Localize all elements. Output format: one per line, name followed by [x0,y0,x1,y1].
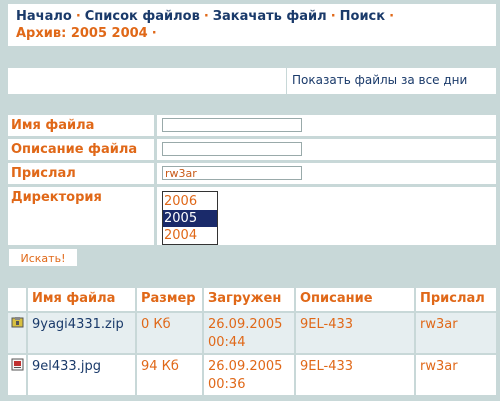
file-size: 94 Кб [137,355,202,395]
column-header-filename[interactable]: Имя файла [28,288,135,311]
upload-date: 26.09.2005 00:36 [204,355,294,395]
uploader-label: Прислал [8,163,154,184]
column-header-description[interactable]: Описание [296,288,414,311]
zip-file-icon [11,317,24,328]
column-header-size[interactable]: Размер [137,288,202,311]
description-input[interactable] [162,142,302,156]
directory-option-selected[interactable]: 2005 [163,210,217,227]
uploader-cell: rw3ar [157,163,496,184]
nav-link-upload[interactable]: Закачать файл [213,9,327,24]
column-header-uploader[interactable]: Прислал [416,288,496,311]
nav-separator: · [151,26,157,41]
nav-link-file-list[interactable]: Список файлов [85,9,200,24]
table-row-icon-cell [8,313,26,353]
archive-years-link[interactable]: 2005 2004 [71,26,148,41]
nav-separator: · [389,9,395,24]
nav-separator: · [75,9,81,24]
file-size: 0 Кб [137,313,202,353]
description-cell [157,139,496,160]
upload-date: 26.09.2005 00:44 [204,313,294,353]
file-name-text[interactable]: 9yagi4331.zip [32,317,124,332]
filename-input[interactable] [162,118,302,132]
directory-option[interactable]: 2006 [163,193,217,210]
divider [286,68,287,94]
image-file-icon [11,358,24,371]
all-days-bar: Показать файлы за все дни [8,68,496,94]
file-name-link[interactable]: 9yagi4331.zip [28,313,135,353]
icon-column-header [8,288,26,311]
nav-link-home[interactable]: Начало [16,9,72,24]
file-name-link[interactable]: 9el433.jpg [28,355,135,395]
show-all-days-link[interactable]: Показать файлы за все дни [292,73,467,87]
table-row-icon-cell [8,355,26,395]
column-header-uploaded[interactable]: Загружен [204,288,294,311]
description-label: Описание файла [8,139,154,160]
directory-cell: 2006 2005 2004 [157,187,496,245]
file-name-text[interactable]: 9el433.jpg [32,359,101,374]
directory-label: Директория [8,187,154,245]
uploader-name: rw3ar [416,355,496,395]
directory-select[interactable]: 2006 2005 2004 [162,191,218,245]
directory-option[interactable]: 2004 [163,227,217,244]
uploader-name: rw3ar [416,313,496,353]
file-description: 9EL-433 [296,313,414,353]
nav-link-search[interactable]: Поиск [340,9,385,24]
nav-separator: · [203,9,209,24]
search-button[interactable]: Искать! [8,248,78,267]
top-navigation: Начало · Список файлов · Закачать файл · Поиск… [8,4,496,46]
filename-cell [157,115,496,136]
nav-separator: · [330,9,336,24]
archive-label: Архив: [16,26,67,41]
uploader-input[interactable]: rw3ar [162,166,302,180]
file-description: 9EL-433 [296,355,414,395]
filename-label: Имя файла [8,115,154,136]
